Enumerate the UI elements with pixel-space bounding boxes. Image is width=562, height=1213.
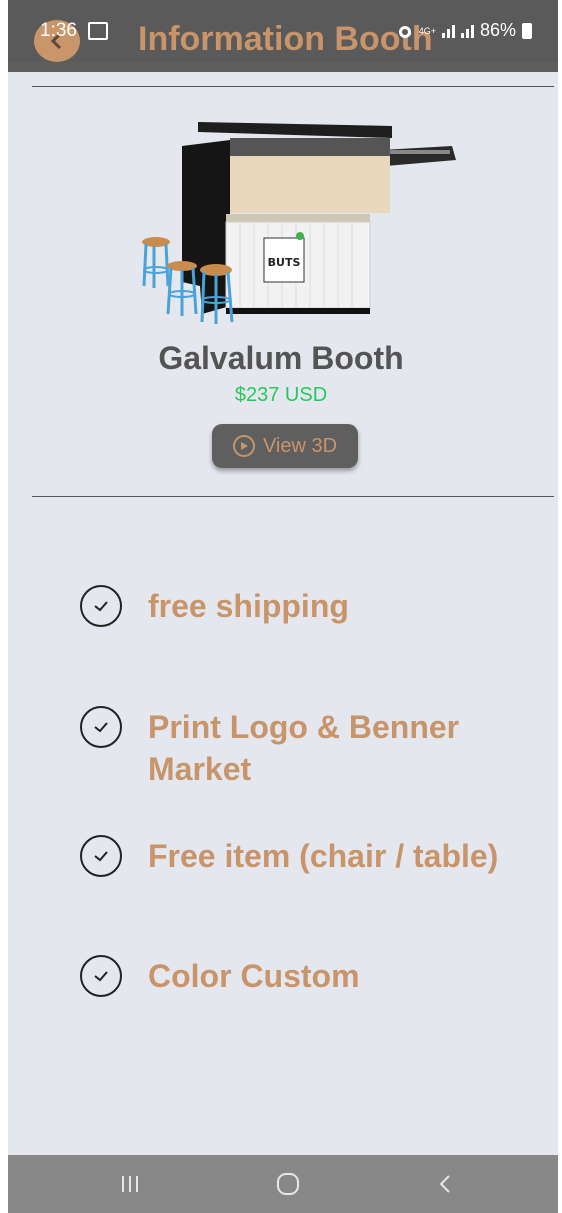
signal-icon-2 — [460, 24, 474, 38]
recents-icon — [122, 1176, 138, 1192]
nav-back-button[interactable] — [396, 1155, 496, 1213]
check-circle-icon — [80, 706, 122, 748]
check-circle-icon — [80, 585, 122, 627]
app-screen: Information Booth 1:36 4G+ 86% BUTS Galv… — [0, 0, 562, 1213]
recents-button[interactable] — [80, 1155, 180, 1213]
gallery-icon — [88, 22, 108, 40]
network-type: 4G+ — [418, 25, 436, 36]
feature-item: Free item (chair / table) — [80, 835, 548, 877]
booth-image: BUTS — [142, 122, 456, 324]
divider-top — [32, 86, 554, 87]
alarm-icon — [398, 25, 411, 38]
feature-item: Color Custom — [80, 955, 548, 997]
feature-label: Color Custom — [148, 958, 360, 994]
view-3d-label: View 3D — [262, 434, 338, 457]
booth-sign-text: BUTS — [268, 256, 301, 269]
status-time: 1:36 — [40, 20, 77, 41]
status-indicators: 4G+ 86% — [397, 20, 532, 41]
feature-item: Print Logo & Benner Market — [80, 706, 548, 790]
battery-icon — [522, 22, 532, 39]
view-3d-button[interactable]: View 3D — [212, 424, 358, 468]
home-icon — [277, 1173, 299, 1195]
screen-edge-left — [0, 0, 8, 1213]
screen-edge-right — [558, 0, 562, 1213]
check-circle-icon — [80, 835, 122, 877]
home-button[interactable] — [238, 1155, 338, 1213]
signal-icon — [441, 24, 455, 38]
play-circle-icon — [232, 435, 255, 457]
feature-label: Print Logo & Benner Market — [148, 709, 460, 787]
feature-item: free shipping — [80, 585, 548, 627]
feature-label: free shipping — [148, 588, 349, 624]
system-nav-bar — [8, 1155, 558, 1213]
page-title: Information Booth — [138, 20, 433, 58]
divider-bottom — [32, 496, 554, 497]
feature-label: Free item (chair / table) — [148, 838, 499, 874]
product-name: Galvalum Booth — [158, 340, 404, 376]
check-circle-icon — [80, 955, 122, 997]
battery-level: 86% — [479, 20, 516, 40]
product-price: $237 USD — [234, 384, 328, 406]
back-chevron-icon — [439, 1175, 450, 1193]
